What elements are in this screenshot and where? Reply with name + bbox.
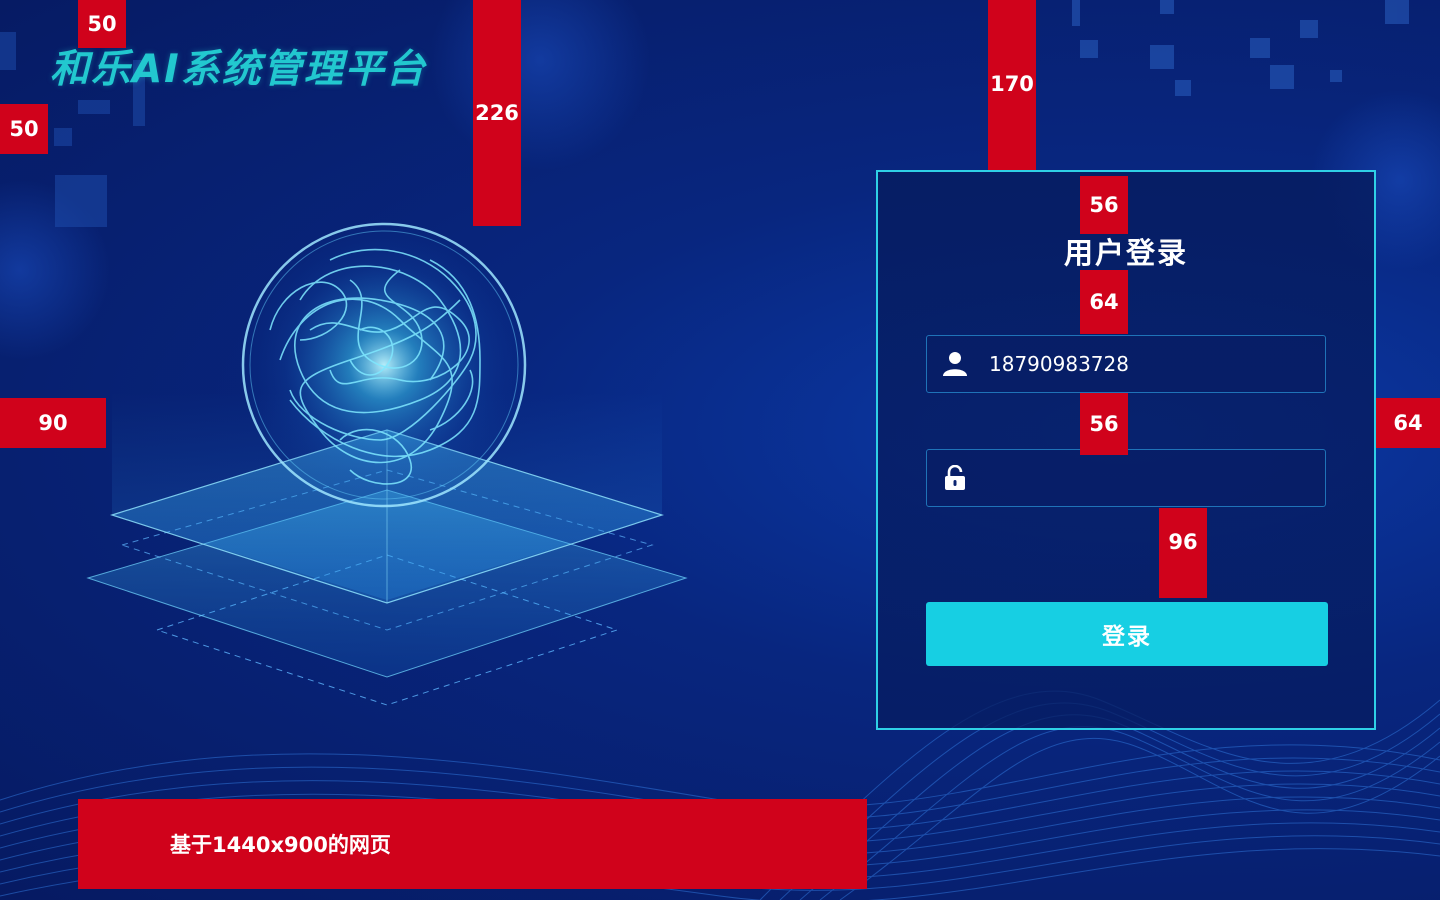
login-panel: 用户登录 登录 56 64 56 96	[876, 170, 1376, 730]
annotation-title-top: 50	[78, 0, 126, 48]
annotation-panel-title-top: 56	[1080, 176, 1128, 234]
password-field[interactable]	[926, 449, 1326, 507]
app-title: 和乐AI系统管理平台	[50, 47, 427, 92]
annotation-title-left: 50	[0, 104, 48, 154]
annotation-illustration-left: 90	[0, 398, 106, 448]
annotation-input-to-button: 96	[1159, 508, 1207, 598]
username-field[interactable]	[926, 335, 1326, 393]
annotation-title-to-input: 64	[1080, 270, 1128, 334]
user-icon	[927, 336, 983, 392]
password-input[interactable]	[983, 450, 1325, 506]
login-button[interactable]: 登录	[926, 602, 1328, 666]
annotation-input-gap: 56	[1080, 393, 1128, 455]
footer-note: 基于1440x900的网页	[170, 833, 391, 857]
annotation-panel-right: 64	[1376, 398, 1440, 448]
ai-sphere-illustration	[86, 222, 688, 706]
annotation-title-gap: 226	[473, 0, 521, 226]
login-title: 用户登录	[1063, 236, 1188, 270]
annotation-panel-top: 170	[988, 0, 1036, 170]
username-input[interactable]	[983, 336, 1325, 392]
footer-banner: 基于1440x900的网页	[78, 799, 867, 889]
lock-icon	[927, 450, 983, 506]
